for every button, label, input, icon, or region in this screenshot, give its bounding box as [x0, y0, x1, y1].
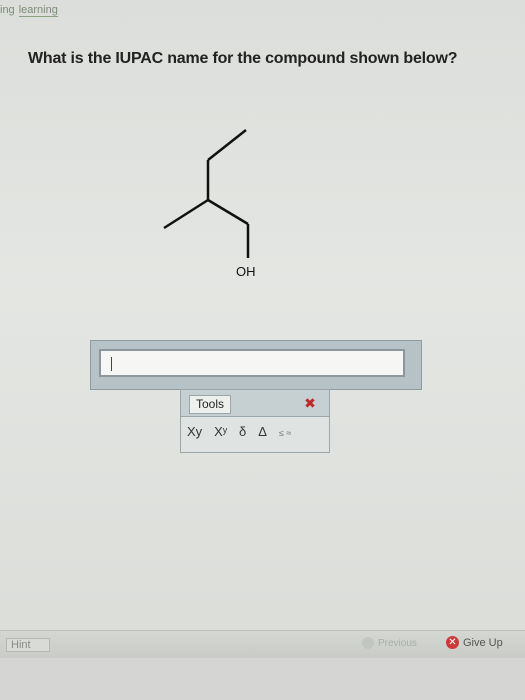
previous-icon [362, 637, 374, 649]
question-text: What is the IUPAC name for the compound … [28, 50, 458, 67]
give-up-label: Give Up [463, 636, 503, 649]
footer [0, 658, 525, 700]
screen: ing learning What is the IUPAC name for t… [0, 0, 525, 700]
text-caret [111, 357, 112, 371]
superscript-button[interactable]: Xʸ [214, 424, 227, 439]
molecule-structure: OH [163, 129, 256, 279]
tools-palette: Tools ✖ Xy Xʸ δ Δ ≤ ≈ [180, 389, 330, 453]
answer-input[interactable] [99, 349, 405, 377]
answer-frame [90, 340, 422, 390]
leq-button[interactable]: ≤ ≈ [279, 428, 291, 438]
give-up-button[interactable]: ✕ Give Up [446, 636, 503, 649]
bond-1 [207, 129, 247, 161]
delta-lower-button[interactable]: δ [239, 424, 246, 439]
tools-header: Tools ✖ [181, 390, 329, 417]
previous-button[interactable]: Previous [362, 637, 417, 649]
hint-button[interactable]: Hint [6, 638, 50, 652]
close-icon[interactable]: ✖ [301, 395, 319, 411]
give-up-icon: ✕ [446, 636, 459, 649]
bond-4 [207, 198, 249, 226]
delta-upper-button[interactable]: Δ [258, 424, 267, 439]
subscript-button[interactable]: Xy [187, 424, 202, 439]
nav-tabs: ing learning [0, 4, 62, 17]
top-bar: ing learning [0, 0, 525, 24]
bottom-bar: Hint Previous ✕ Give Up [0, 630, 525, 659]
oh-label: OH [236, 264, 256, 279]
bond-3 [163, 198, 209, 230]
tools-row: Xy Xʸ δ Δ ≤ ≈ [187, 424, 291, 439]
tab-learning[interactable]: learning [18, 4, 58, 17]
tab-partial[interactable]: ing [0, 4, 15, 16]
tools-tab[interactable]: Tools [189, 395, 232, 414]
previous-label: Previous [378, 637, 417, 649]
